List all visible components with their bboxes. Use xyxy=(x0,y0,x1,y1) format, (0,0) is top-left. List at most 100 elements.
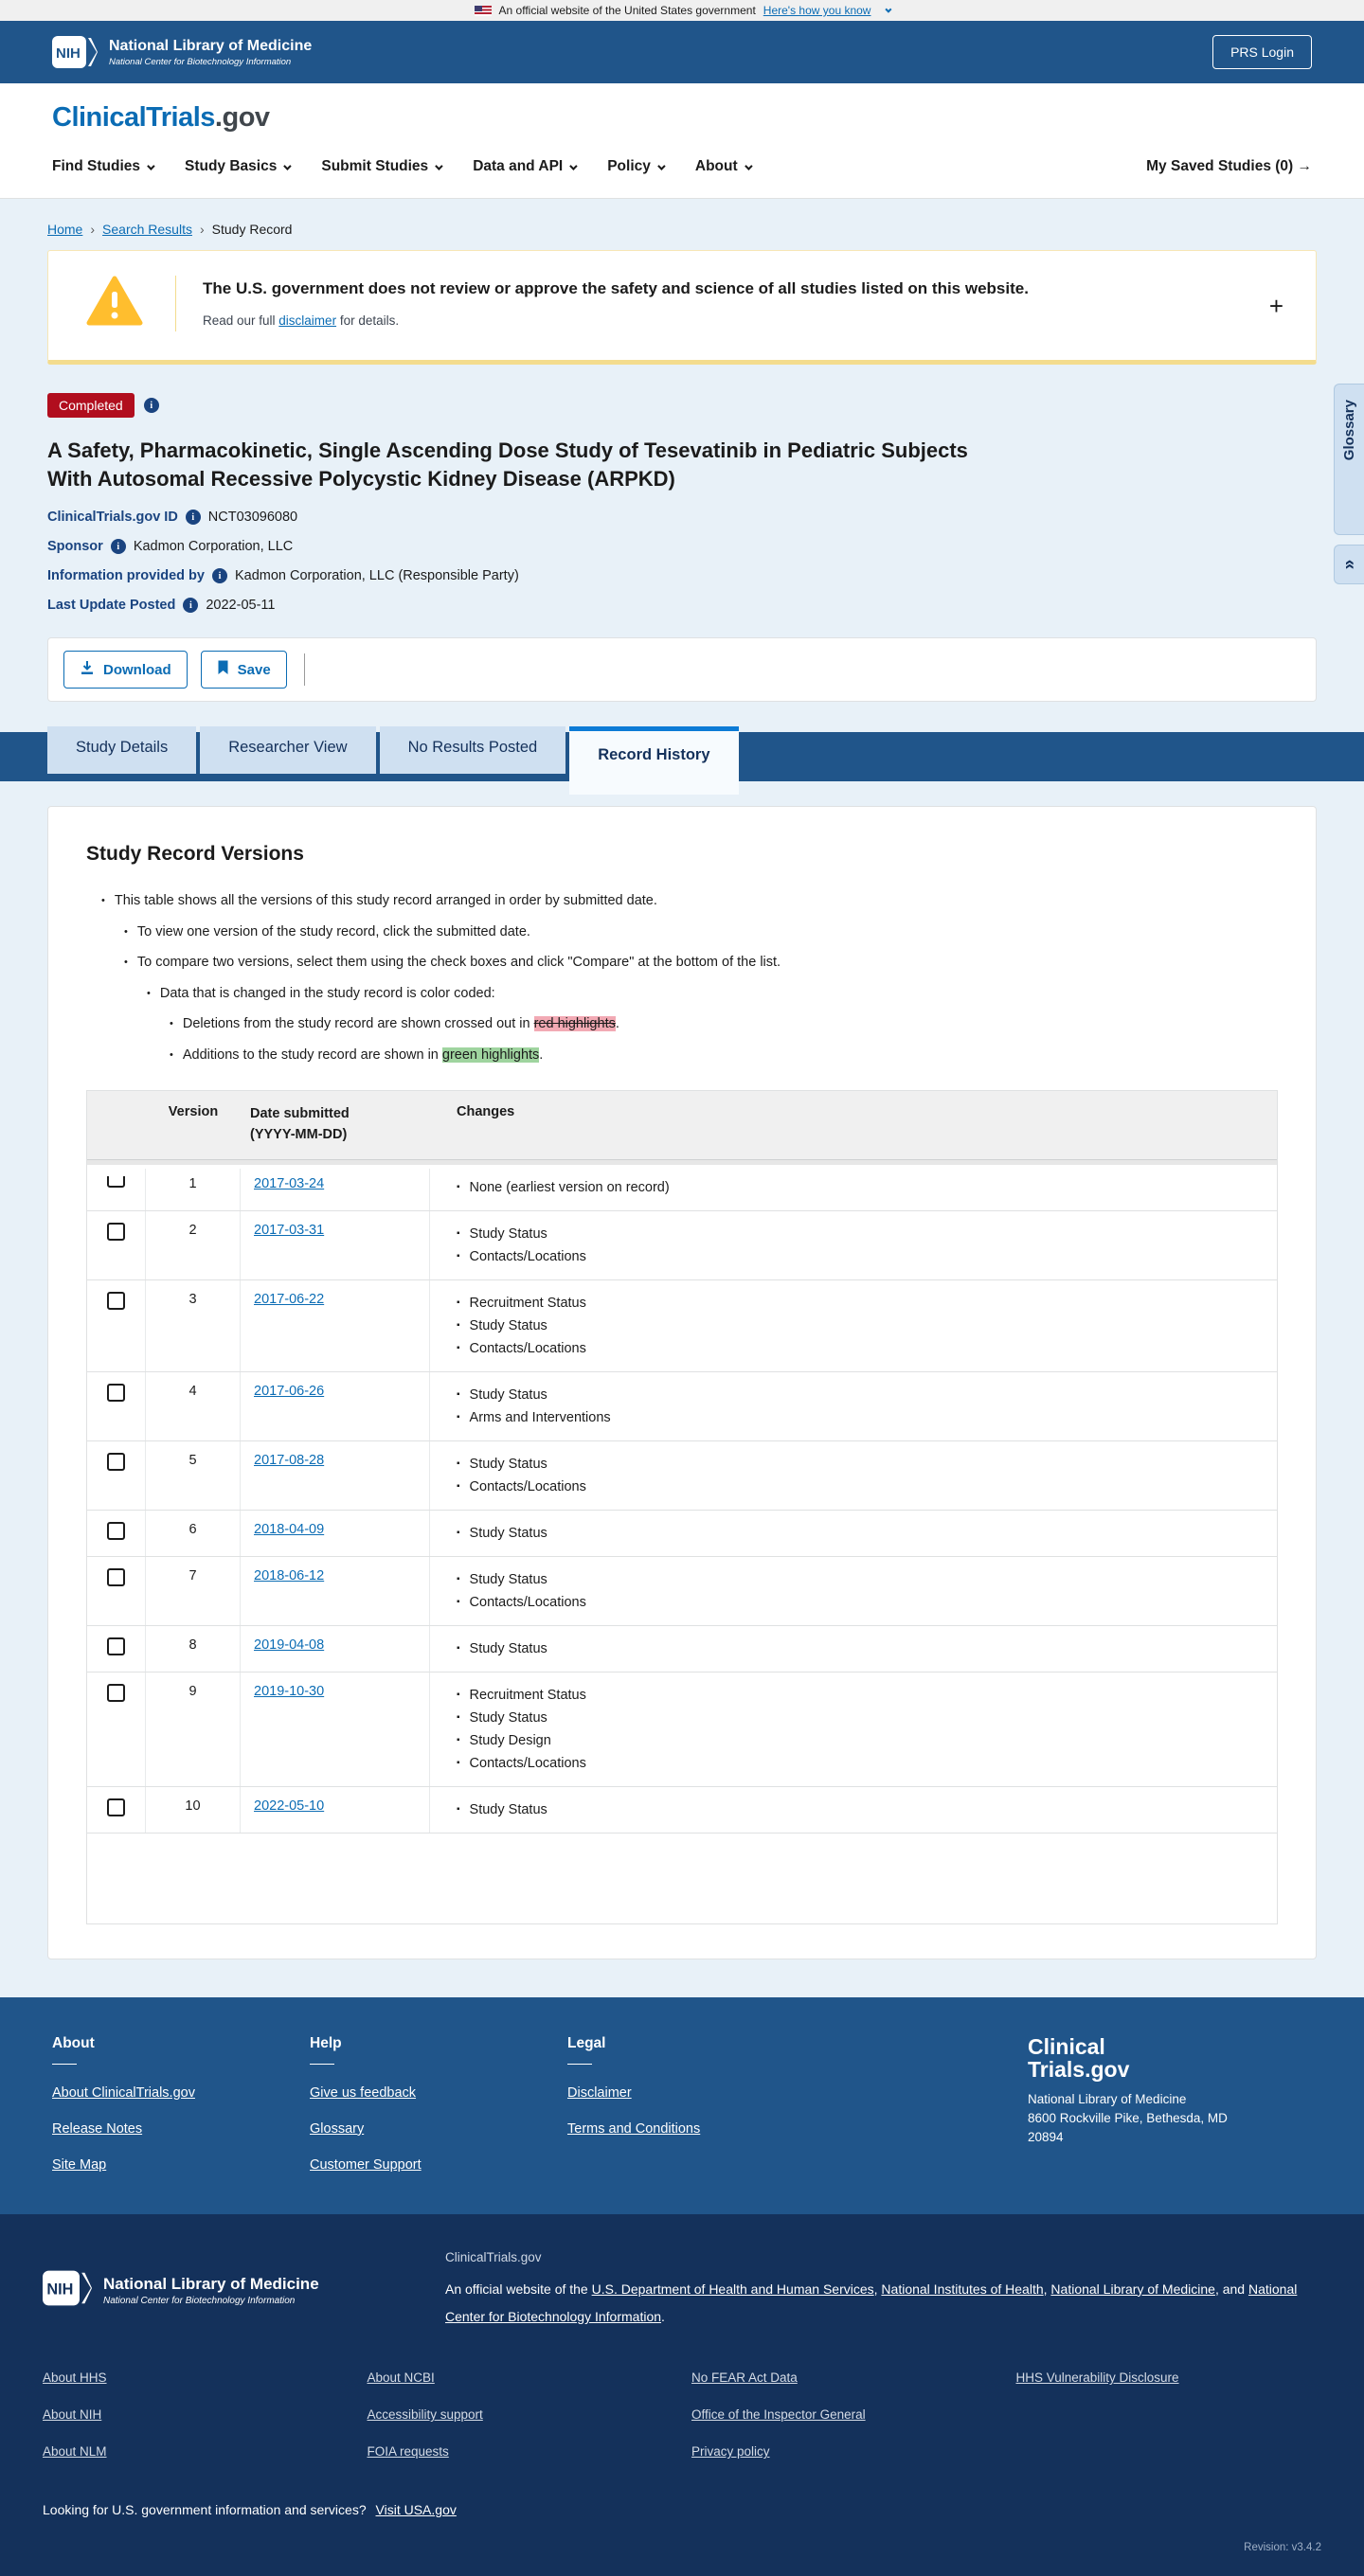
change-item: ▪Study Status xyxy=(457,1637,1267,1660)
save-button[interactable]: Save xyxy=(201,651,287,689)
date-submitted-link[interactable]: 2017-03-31 xyxy=(254,1223,324,1238)
site-header: ClinicalTrials.gov Find Studies Study Bas… xyxy=(0,83,1364,199)
version-checkbox[interactable] xyxy=(107,1684,125,1702)
my-saved-studies-link[interactable]: My Saved Studies (0) → xyxy=(1146,158,1312,175)
tab-no-results-posted[interactable]: No Results Posted xyxy=(380,726,566,774)
date-submitted-link[interactable]: 2017-03-24 xyxy=(254,1176,324,1191)
change-label: Arms and Interventions xyxy=(470,1406,611,1429)
date-submitted-link[interactable]: 2017-08-28 xyxy=(254,1453,324,1468)
subfooter-link-u-s-department-of-health-and-human-services[interactable]: U.S. Department of Health and Human Serv… xyxy=(592,2281,874,2297)
tab-researcher-view[interactable]: Researcher View xyxy=(200,726,375,774)
how-you-know-link[interactable]: Here's how you know xyxy=(763,4,871,17)
footer-link-give-us-feedback[interactable]: Give us feedback xyxy=(310,2085,567,2101)
bullet-icon: ▪ xyxy=(457,1453,460,1476)
version-checkbox[interactable] xyxy=(107,1568,125,1586)
clinicaltrials-logo[interactable]: ClinicalTrials.gov xyxy=(52,102,1312,134)
nih-logo: NIH xyxy=(43,2269,92,2312)
date-submitted-link[interactable]: 2018-06-12 xyxy=(254,1568,324,1583)
versions-table-header: Version Date submitted (YYYY-MM-DD) Chan… xyxy=(87,1091,1277,1160)
change-label: Study Status xyxy=(470,1522,547,1545)
date-cell: 2017-08-28 xyxy=(241,1441,430,1510)
note-segment: Data that is changed in the study record… xyxy=(160,986,495,1001)
subfooter-link-no-fear-act-data[interactable]: No FEAR Act Data xyxy=(691,2370,798,2385)
footer-link-terms-and-conditions[interactable]: Terms and Conditions xyxy=(567,2121,825,2137)
checkbox-cell xyxy=(87,1673,146,1786)
subfooter-link-office-of-the-inspector-general[interactable]: Office of the Inspector General xyxy=(691,2407,866,2422)
glossary-collapse-button[interactable]: « xyxy=(1334,545,1364,584)
subfooter-link-hhs-vulnerability-disclosure[interactable]: HHS Vulnerability Disclosure xyxy=(1016,2370,1179,2385)
nav-item-submit-studies[interactable]: Submit Studies xyxy=(321,158,440,175)
subfooter-link-privacy-policy[interactable]: Privacy policy xyxy=(691,2444,770,2459)
info-icon[interactable]: i xyxy=(183,598,198,613)
subfooter-link-national-institutes-of-health[interactable]: National Institutes of Health xyxy=(881,2281,1043,2297)
expand-plus-icon[interactable]: + xyxy=(1269,294,1283,318)
tab-record-history[interactable]: Record History xyxy=(569,726,738,795)
subfooter-link-accessibility-support[interactable]: Accessibility support xyxy=(368,2407,483,2422)
breadcrumb-item-search-results[interactable]: Search Results xyxy=(102,222,192,237)
date-cell: 2017-06-26 xyxy=(241,1372,430,1440)
warning-triangle-icon xyxy=(86,276,143,331)
download-button[interactable]: Download xyxy=(63,651,188,689)
info-icon[interactable]: i xyxy=(212,568,227,583)
version-checkbox[interactable] xyxy=(107,1223,125,1241)
change-item: ▪Study Status xyxy=(457,1707,1267,1729)
visit-usa-gov-link[interactable]: Visit USA.gov xyxy=(376,2502,457,2517)
date-submitted-link[interactable]: 2017-06-26 xyxy=(254,1384,324,1399)
footer-column-heading: About xyxy=(52,2035,310,2052)
info-icon[interactable]: i xyxy=(111,539,126,554)
nlm-header: NIH National Library of Medicine Nationa… xyxy=(0,21,1364,83)
disclaimer-link[interactable]: disclaimer xyxy=(278,313,336,328)
subfooter-link-national-library-of-medicine[interactable]: National Library of Medicine xyxy=(1050,2281,1215,2297)
status-badge: Completed xyxy=(47,393,135,418)
glossary-side-tab[interactable]: Glossary xyxy=(1334,384,1364,535)
subfooter-link-about-nih[interactable]: About NIH xyxy=(43,2407,101,2422)
nav-item-policy[interactable]: Policy xyxy=(607,158,663,175)
footer-link-about-clinicaltrials-gov[interactable]: About ClinicalTrials.gov xyxy=(52,2085,310,2101)
version-checkbox[interactable] xyxy=(107,1292,125,1310)
date-submitted-link[interactable]: 2018-04-09 xyxy=(254,1522,324,1537)
bullet-icon: ▪ xyxy=(457,1406,460,1429)
footer-address: National Library of Medicine8600 Rockvil… xyxy=(1028,2090,1312,2148)
footer-link-disclaimer[interactable]: Disclaimer xyxy=(567,2085,825,2101)
nih-logo: NIH xyxy=(52,35,98,69)
date-cell: 2019-04-08 xyxy=(241,1626,430,1672)
field-value: Kadmon Corporation, LLC (Responsible Par… xyxy=(235,568,519,583)
version-checkbox[interactable] xyxy=(107,1384,125,1402)
date-submitted-link[interactable]: 2022-05-10 xyxy=(254,1798,324,1814)
nav-item-data-and-api[interactable]: Data and API xyxy=(473,158,575,175)
footer-link-release-notes[interactable]: Release Notes xyxy=(52,2121,310,2137)
changes-cell: ▪Recruitment Status▪Study Status▪Study D… xyxy=(430,1673,1277,1786)
note-segment: . xyxy=(539,1047,543,1063)
subfooter-link-about-hhs[interactable]: About HHS xyxy=(43,2370,107,2385)
checkbox-cell xyxy=(87,1169,146,1210)
subfooter-link-foia-requests[interactable]: FOIA requests xyxy=(368,2444,449,2459)
version-checkbox[interactable] xyxy=(107,1637,125,1655)
change-item: ▪Study Status xyxy=(457,1568,1267,1591)
note-item: •Additions to the study record are shown… xyxy=(86,1045,1278,1065)
tab-study-details[interactable]: Study Details xyxy=(47,726,196,774)
table-empty-space xyxy=(87,1834,1277,1923)
footer-link-customer-support[interactable]: Customer Support xyxy=(310,2157,567,2173)
version-checkbox[interactable] xyxy=(107,1176,125,1188)
info-icon[interactable]: i xyxy=(186,510,201,525)
version-checkbox[interactable] xyxy=(107,1453,125,1471)
info-icon[interactable]: i xyxy=(144,398,159,413)
nav-item-study-basics[interactable]: Study Basics xyxy=(185,158,289,175)
table-scroll-strip[interactable] xyxy=(87,1160,1277,1169)
breadcrumb-item-home[interactable]: Home xyxy=(47,222,82,237)
date-cell: 2017-03-31 xyxy=(241,1211,430,1279)
note-item: •This table shows all the versions of th… xyxy=(86,890,1278,911)
date-submitted-link[interactable]: 2019-10-30 xyxy=(254,1684,324,1699)
version-checkbox[interactable] xyxy=(107,1522,125,1540)
prs-login-button[interactable]: PRS Login xyxy=(1212,35,1312,69)
footer-link-site-map[interactable]: Site Map xyxy=(52,2157,310,2173)
nav-item-find-studies[interactable]: Find Studies xyxy=(52,158,153,175)
bullet-icon: ▪ xyxy=(457,1752,460,1775)
date-submitted-link[interactable]: 2019-04-08 xyxy=(254,1637,324,1653)
subfooter-link-about-ncbi[interactable]: About NCBI xyxy=(368,2370,435,2385)
subfooter-link-about-nlm[interactable]: About NLM xyxy=(43,2444,107,2459)
nav-item-about[interactable]: About xyxy=(695,158,750,175)
version-checkbox[interactable] xyxy=(107,1798,125,1816)
date-submitted-link[interactable]: 2017-06-22 xyxy=(254,1292,324,1307)
footer-link-glossary[interactable]: Glossary xyxy=(310,2121,567,2137)
